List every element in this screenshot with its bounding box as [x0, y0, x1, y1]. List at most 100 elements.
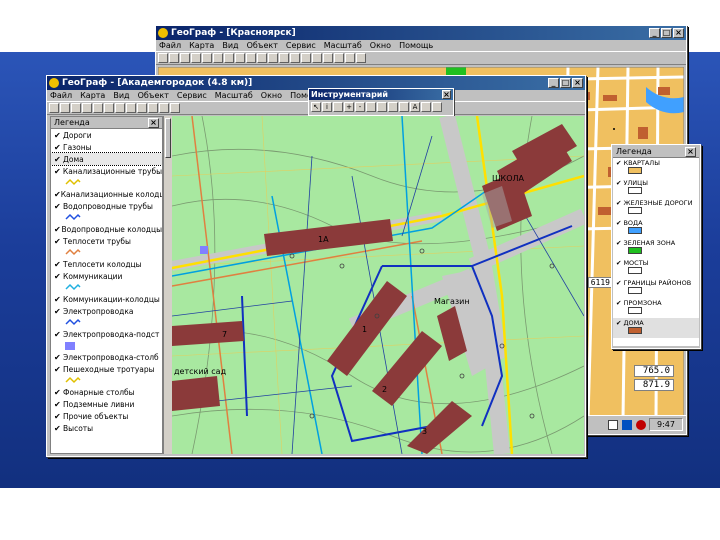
legend-item[interactable]: ✔ ЖЕЛЕЗНЫЕ ДОРОГИ — [613, 198, 699, 218]
layer-checkbox[interactable]: ✔ — [54, 131, 63, 140]
layer-checkbox[interactable]: ✔ — [54, 365, 63, 374]
cut-icon[interactable] — [202, 53, 212, 63]
legend-item[interactable]: ✔ Газоны — [51, 141, 162, 153]
pointer-icon[interactable]: ↖ — [311, 102, 321, 112]
legend-title-bar[interactable]: Легенда × — [51, 117, 162, 129]
select-icon[interactable] — [279, 53, 289, 63]
legend-item[interactable]: ✔ Фонарные столбы — [51, 386, 162, 398]
layer-checkbox[interactable]: ✔ — [54, 260, 63, 269]
legend-item[interactable]: ✔ Пешеходные тротуары — [51, 363, 162, 375]
legend-title-bar[interactable]: Легенда × — [613, 146, 699, 158]
layer-checkbox[interactable]: ✔ — [54, 225, 62, 234]
layer-checkbox[interactable]: ✔ — [54, 272, 63, 281]
legend-item[interactable]: ✔ Коммуникации — [51, 270, 162, 282]
point-icon[interactable] — [388, 102, 398, 112]
layer-checkbox[interactable]: ✔ — [54, 295, 63, 304]
measure-icon[interactable] — [290, 53, 300, 63]
menu-object[interactable]: Объект — [247, 41, 278, 50]
open-icon[interactable] — [60, 103, 70, 113]
legend-item[interactable]: ✔ Дороги — [51, 129, 162, 141]
paste-icon[interactable] — [224, 53, 234, 63]
ruler-icon[interactable] — [366, 102, 376, 112]
layer-checkbox[interactable]: ✔ — [54, 412, 63, 421]
zoom-in-icon[interactable]: + — [344, 102, 354, 112]
layer-checkbox[interactable]: ✔ — [54, 400, 63, 409]
undo-icon[interactable] — [235, 53, 245, 63]
minimize-button[interactable]: _ — [548, 78, 559, 88]
layer-checkbox[interactable]: ✔ — [616, 179, 621, 187]
menu-view[interactable]: Вид — [113, 91, 129, 100]
save-icon[interactable] — [71, 103, 81, 113]
zoom-in-icon[interactable] — [137, 103, 147, 113]
legend-item[interactable]: ✔ Электропроводка-подст — [51, 328, 162, 340]
legend-item[interactable]: ✔ ДОМА — [613, 318, 699, 338]
polygon-icon[interactable] — [377, 102, 387, 112]
tools-palette-titlebar[interactable]: Инструментарий × — [309, 89, 453, 100]
legend-item[interactable]: ✔ Канализационные колодцы — [51, 188, 162, 200]
info-icon[interactable] — [312, 53, 322, 63]
legend-item[interactable]: ✔ Подземные ливни — [51, 398, 162, 410]
layer-checkbox[interactable]: ✔ — [616, 239, 621, 247]
legend-item[interactable]: ✔ ВОДА — [613, 218, 699, 238]
layers-icon[interactable] — [301, 53, 311, 63]
close-button[interactable]: × — [685, 146, 696, 157]
legend-item[interactable]: ✔ Электропроводка-столб — [51, 351, 162, 363]
new-icon[interactable] — [158, 53, 168, 63]
refresh-icon[interactable] — [345, 53, 355, 63]
close-button[interactable]: × — [572, 78, 583, 88]
line-icon[interactable] — [399, 102, 409, 112]
zoom-out-icon[interactable] — [148, 103, 158, 113]
rotate-icon[interactable] — [432, 102, 442, 112]
save-icon[interactable] — [180, 53, 190, 63]
legend-item[interactable]: ✔ УЛИЦЫ — [613, 178, 699, 198]
grid-icon[interactable] — [334, 53, 344, 63]
layer-checkbox[interactable]: ✔ — [54, 353, 63, 362]
legend-item[interactable]: ✔ Водопроводные колодцы — [51, 223, 162, 235]
open-icon[interactable] — [169, 53, 179, 63]
zoom-in-icon[interactable] — [246, 53, 256, 63]
menu-window[interactable]: Окно — [261, 91, 282, 100]
layer-checkbox[interactable]: ✔ — [54, 307, 63, 316]
undo-icon[interactable] — [126, 103, 136, 113]
layer-checkbox[interactable]: ✔ — [616, 279, 621, 287]
layer-checkbox[interactable]: ✔ — [616, 299, 621, 307]
legend-item[interactable]: ✔ Электропроводка — [51, 305, 162, 317]
close-button[interactable]: × — [442, 90, 451, 99]
menu-map[interactable]: Карта — [80, 91, 105, 100]
zoom-out-icon[interactable] — [257, 53, 267, 63]
layer-checkbox[interactable]: ✔ — [54, 424, 63, 433]
layer-checkbox[interactable]: ✔ — [54, 237, 63, 246]
layers-icon[interactable] — [159, 103, 169, 113]
legend-item[interactable]: ✔ Канализационные трубы — [51, 165, 162, 177]
copy-icon[interactable] — [104, 103, 114, 113]
legend-item[interactable]: ✔ Теплосети трубы — [51, 235, 162, 247]
menu-service[interactable]: Сервис — [286, 41, 316, 50]
legend-item[interactable]: ✔ ПРОМЗОНА — [613, 298, 699, 318]
menu-file[interactable]: Файл — [159, 41, 181, 50]
hand-icon[interactable] — [333, 102, 343, 112]
menu-window[interactable]: Окно — [370, 41, 391, 50]
legend-scrollbar[interactable] — [163, 116, 172, 454]
pan-icon[interactable] — [268, 53, 278, 63]
layer-checkbox[interactable]: ✔ — [54, 167, 63, 176]
layer-checkbox[interactable]: ✔ — [616, 219, 621, 227]
copy-icon[interactable] — [213, 53, 223, 63]
layer-checkbox[interactable]: ✔ — [616, 259, 621, 267]
menu-file[interactable]: Файл — [50, 91, 72, 100]
legend-item[interactable]: ✔ МОСТЫ — [613, 258, 699, 278]
layer-checkbox[interactable]: ✔ — [54, 190, 61, 199]
info-icon[interactable]: i — [322, 102, 332, 112]
info-icon[interactable] — [170, 103, 180, 113]
maximize-button[interactable]: □ — [661, 28, 672, 38]
text-icon[interactable]: A — [410, 102, 420, 112]
layer-checkbox[interactable]: ✔ — [54, 143, 63, 152]
layer-checkbox[interactable]: ✔ — [616, 199, 621, 207]
legend-item[interactable]: ✔ ГРАНИЦЫ РАЙОНОВ — [613, 278, 699, 298]
menu-view[interactable]: Вид — [222, 41, 238, 50]
menu-service[interactable]: Сервис — [177, 91, 207, 100]
close-button[interactable]: × — [673, 28, 684, 38]
legend-item[interactable]: ✔ КВАРТАЛЫ — [613, 158, 699, 178]
search-icon[interactable] — [323, 53, 333, 63]
layer-checkbox[interactable]: ✔ — [54, 330, 63, 339]
menu-map[interactable]: Карта — [189, 41, 214, 50]
